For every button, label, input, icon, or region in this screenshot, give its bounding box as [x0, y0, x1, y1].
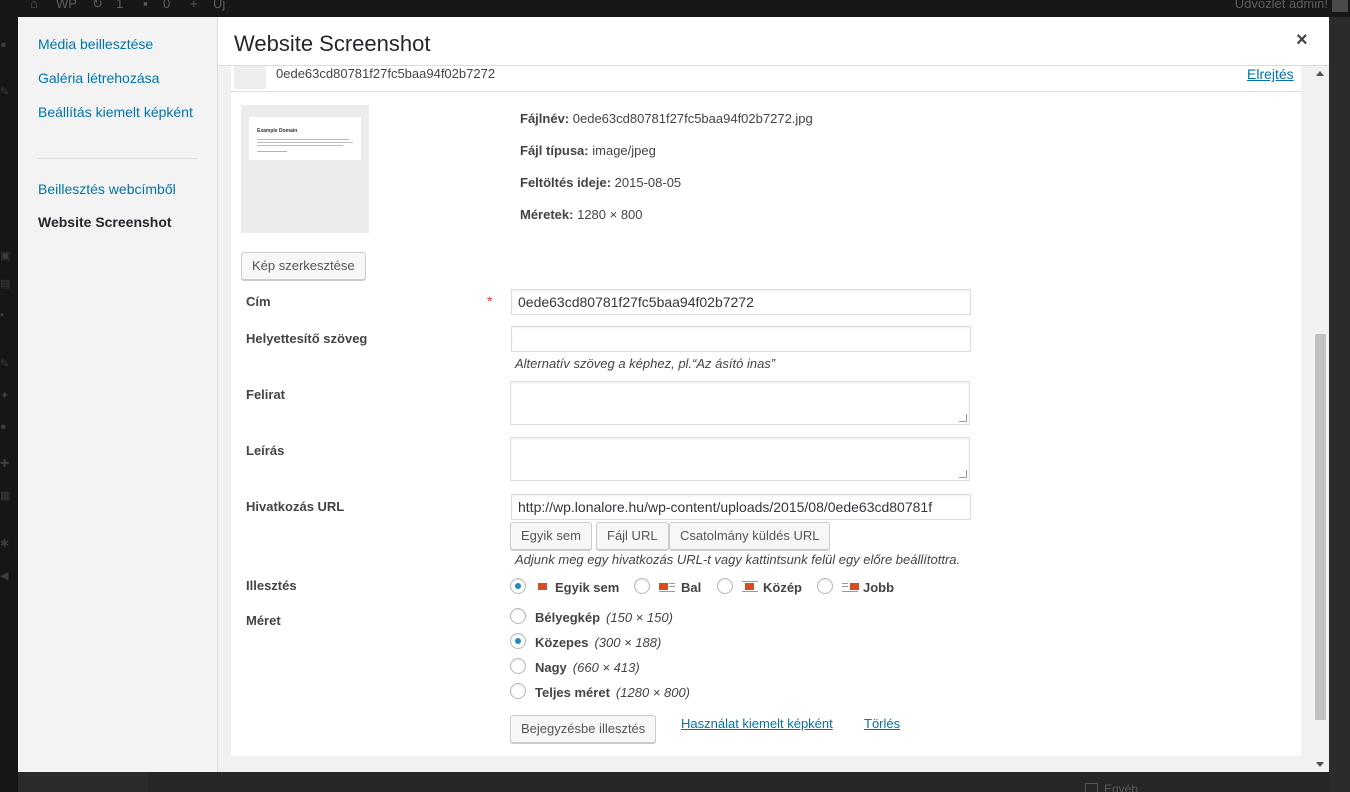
background-right	[1329, 17, 1350, 792]
link-file-url-button[interactable]: Fájl URL	[596, 522, 669, 550]
size-large-radio[interactable]	[510, 658, 526, 674]
align-none-label[interactable]: Egyik sem	[555, 580, 619, 595]
link-url-input[interactable]: http://wp.lonalore.hu/wp-content/uploads…	[511, 494, 971, 520]
settings-menu-icon: ▦	[0, 490, 11, 502]
size-medium-label[interactable]: Közepes (300 × 188)	[535, 635, 661, 650]
scroll-down-icon[interactable]	[1316, 762, 1324, 767]
gear-icon: ✱	[0, 538, 10, 550]
plugins-icon: ✦	[0, 390, 10, 402]
size-full-radio[interactable]	[510, 683, 526, 699]
caption-textarea[interactable]	[510, 381, 970, 425]
thumbnail-title: Example Domain	[257, 128, 298, 134]
align-left-icon	[658, 580, 675, 592]
collapse-icon: ◀	[0, 570, 9, 582]
attachment-details-content[interactable]: 0ede63cd80781f27fc5baa94f02b7272 Elrejté…	[218, 66, 1312, 772]
link-none-button[interactable]: Egyik sem	[510, 522, 592, 550]
description-textarea[interactable]	[510, 437, 970, 481]
link-url-label: Hivatkozás URL	[246, 499, 345, 514]
menu-website-screenshot[interactable]: Website Screenshot	[38, 214, 172, 230]
link-url-help: Adjunk meg egy hivatkozás URL-t vagy kat…	[515, 552, 961, 567]
align-none-radio[interactable]	[510, 578, 526, 594]
align-left-radio[interactable]	[634, 578, 650, 594]
attachment-thumbnail: Example Domain	[241, 105, 369, 233]
media-icon: ▣	[0, 250, 11, 262]
meta-dimensions: Méretek: 1280 × 800	[520, 207, 643, 222]
content-scrollbar[interactable]	[1312, 66, 1329, 772]
description-label: Leírás	[246, 443, 285, 458]
meta-filetype: Fájl típusa: image/jpeg	[520, 143, 656, 158]
use-as-featured-link[interactable]: Használat kiemelt képként	[681, 716, 833, 731]
title-label: Cím	[246, 294, 271, 309]
menu-insert-from-url[interactable]: Beillesztés webcímből	[38, 180, 208, 198]
background-egyeb-checkbox: Egyéb	[1085, 782, 1138, 792]
site-name[interactable]: WP	[56, 0, 77, 11]
avatar[interactable]	[1332, 0, 1348, 12]
edit-image-button[interactable]: Kép szerkesztése	[241, 252, 366, 280]
media-modal: Média beillesztése Galéria létrehozása B…	[18, 17, 1329, 772]
menu-insert-media[interactable]: Média beillesztése	[38, 35, 208, 53]
scroll-up-icon[interactable]	[1316, 71, 1324, 76]
alignment-label: Illesztés	[246, 578, 297, 593]
link-attachment-url-button[interactable]: Csatolmány küldés URL	[669, 522, 831, 550]
posts-icon: ✎	[0, 86, 10, 98]
attachment-filename-header: 0ede63cd80781f27fc5baa94f02b7272	[276, 66, 496, 81]
required-marker: *	[487, 293, 493, 309]
title-input[interactable]: 0ede63cd80781f27fc5baa94f02b7272	[511, 289, 971, 315]
align-center-label[interactable]: Közép	[763, 580, 802, 595]
admin-side-menu: ● ✎ ▣ ▤ ▪ ✎ ✦ ● ✚ ▦ ✱ ◀	[0, 17, 18, 792]
size-full-label[interactable]: Teljes méret (1280 × 800)	[535, 685, 690, 700]
align-right-label[interactable]: Jobb	[863, 580, 894, 595]
tools-icon: ✚	[0, 458, 10, 470]
alt-text-input[interactable]	[511, 326, 971, 352]
size-thumbnail-label[interactable]: Bélyegkép (150 × 150)	[535, 610, 673, 625]
align-right-radio[interactable]	[817, 578, 833, 594]
header-divider	[231, 91, 1301, 92]
alt-text-help: Alternatív szöveg a képhez, pl.“Az ásító…	[515, 356, 776, 371]
menu-set-featured-image[interactable]: Beállítás kiemelt képként	[38, 103, 208, 121]
admin-bar: ⌂ WP ↻ 1 ▪ 0 + Új Üdvözlet admin!	[0, 0, 1350, 17]
updates-icon[interactable]: ↻	[92, 0, 103, 12]
align-none-icon	[535, 580, 552, 592]
resize-grip-icon[interactable]	[959, 414, 967, 422]
pages-icon: ▤	[0, 278, 11, 290]
close-icon[interactable]: ×	[1296, 29, 1308, 52]
alt-text-label: Helyettesítő szöveg	[246, 331, 368, 346]
home-icon[interactable]: ⌂	[30, 0, 38, 11]
caption-label: Felirat	[246, 387, 286, 402]
users-icon: ●	[0, 421, 7, 433]
comments-menu-icon: ▪	[0, 309, 4, 321]
resize-grip-icon[interactable]	[959, 470, 967, 478]
greeting[interactable]: Üdvözlet admin!	[1235, 0, 1328, 11]
delete-link[interactable]: Törlés	[864, 716, 900, 731]
dashboard-icon: ●	[0, 39, 7, 51]
new-content-label[interactable]: Új	[213, 0, 225, 11]
plus-icon[interactable]: +	[190, 0, 198, 11]
insert-into-post-button[interactable]: Bejegyzésbe illesztés	[510, 715, 657, 743]
size-large-label[interactable]: Nagy (660 × 413)	[535, 660, 640, 675]
media-menu: Média beillesztése Galéria létrehozása B…	[18, 17, 218, 772]
meta-filename: Fájlnév: 0ede63cd80781f27fc5baa94f02b727…	[520, 111, 813, 126]
align-right-icon	[842, 580, 859, 592]
align-center-icon	[741, 580, 758, 592]
menu-create-gallery[interactable]: Galéria létrehozása	[38, 69, 208, 87]
menu-separator	[38, 158, 197, 159]
size-medium-radio[interactable]	[510, 633, 526, 649]
size-thumbnail-radio[interactable]	[510, 608, 526, 624]
hide-link[interactable]: Elrejtés	[1247, 66, 1294, 82]
scroll-thumb[interactable]	[1315, 334, 1326, 720]
modal-title: Website Screenshot	[234, 31, 431, 56]
updates-count[interactable]: 1	[116, 0, 123, 11]
attachment-panel: 0ede63cd80781f27fc5baa94f02b7272 Elrejté…	[231, 66, 1301, 756]
align-center-radio[interactable]	[717, 578, 733, 594]
align-left-label[interactable]: Bal	[681, 580, 701, 595]
header-thumbnail	[234, 66, 266, 89]
comments-count[interactable]: 0	[163, 0, 170, 11]
size-label: Méret	[246, 613, 281, 628]
appearance-icon: ✎	[0, 358, 10, 370]
meta-upload-date: Feltöltés ideje: 2015-08-05	[520, 175, 682, 190]
comments-icon[interactable]: ▪	[143, 0, 148, 11]
